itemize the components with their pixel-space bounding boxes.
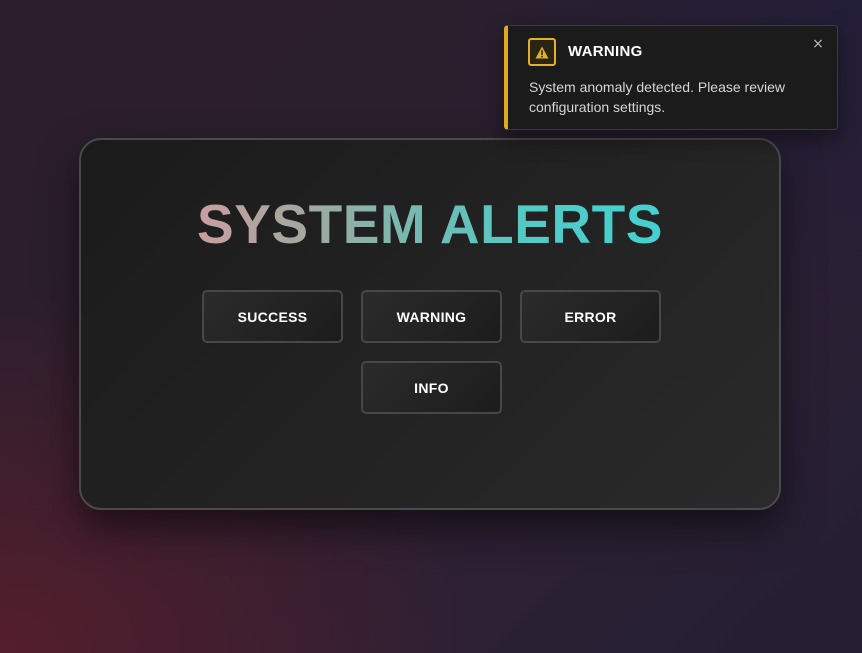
alerts-panel: SYSTEM ALERTS SUCCESS WARNING ERROR INFO [79,138,781,510]
toast-message: System anomaly detected. Please review c… [529,79,786,115]
toast-title: WARNING [568,43,643,60]
warning-toast: WARNING × System anomaly detected. Pleas… [504,25,838,130]
warning-triangle-icon [528,38,556,66]
page-title: SYSTEM ALERTS [197,193,663,255]
success-button[interactable]: SUCCESS [202,290,343,343]
error-button[interactable]: ERROR [520,290,661,343]
warning-button[interactable]: WARNING [361,290,502,343]
info-button[interactable]: INFO [361,361,502,414]
close-icon[interactable]: × [809,35,827,53]
warning-triangle-icon-glyph [535,46,549,58]
